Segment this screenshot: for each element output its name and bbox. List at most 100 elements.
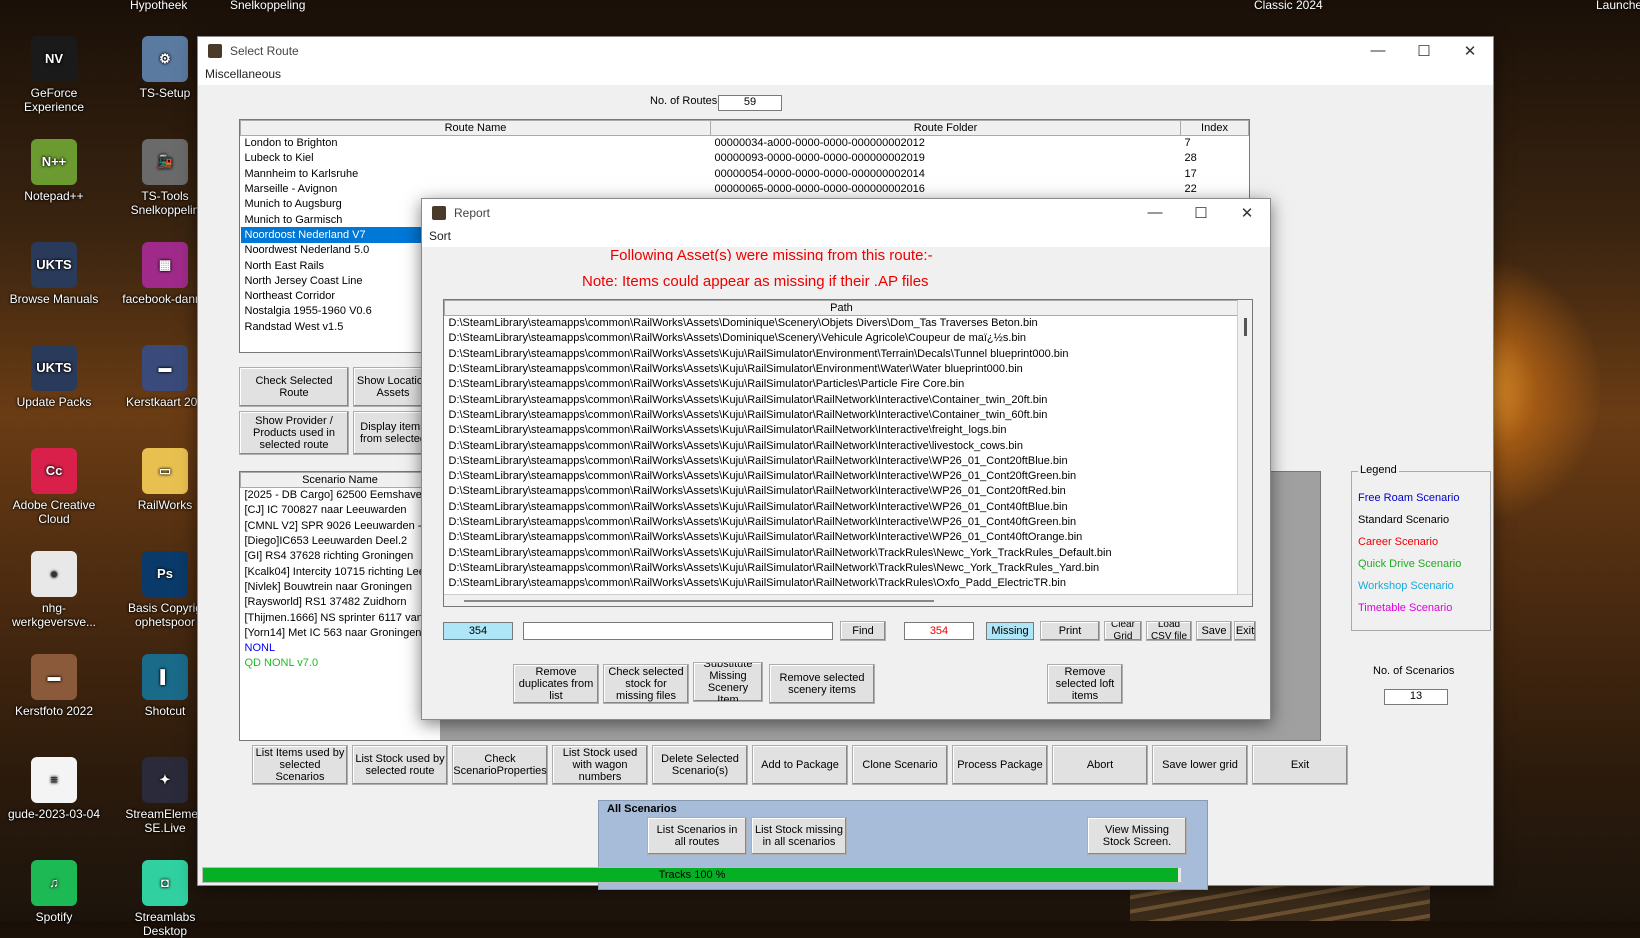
count-field[interactable]: 354 [443, 622, 513, 640]
save-button[interactable]: Save [1196, 621, 1232, 641]
desktop-top-label-1: Hypotheek [130, 0, 188, 12]
minimize-icon[interactable]: — [1132, 204, 1178, 222]
substitute-missing-button[interactable]: Substitute Missing Scenery Item [693, 662, 763, 702]
list-item[interactable]: [Nivlek] Bouwtrein naar Groningen [241, 579, 440, 594]
list-item[interactable]: [Thijmen.1666] NS sprinter 6117 van Z [241, 610, 440, 625]
list-item[interactable]: [Raysworld] RS1 37482 Zuidhorn [241, 595, 440, 610]
menu-miscellaneous[interactable]: Miscellaneous [198, 65, 1493, 85]
report-window: Report — ☐ ✕ Sort Following Asset(s) wer… [421, 198, 1271, 720]
list-item[interactable]: [GI] RS4 37628 richting Groningen [241, 549, 440, 564]
missing-filter-field[interactable]: Missing [986, 622, 1034, 640]
col-index[interactable]: Index [1180, 120, 1249, 136]
table-row[interactable]: D:\SteamLibrary\steamapps\common\RailWor… [445, 453, 1239, 468]
action-button[interactable]: Save lower grid [1152, 745, 1248, 785]
table-row[interactable]: Mannheim to Karlsruhe 00000054-0000-0000-… [241, 166, 1249, 181]
clear-grid-button[interactable]: Clear Grid [1104, 621, 1142, 641]
col-scenario-name[interactable]: Scenario Name [240, 472, 440, 488]
scrollbar-thumb[interactable] [1243, 318, 1247, 336]
action-button[interactable]: Abort [1052, 745, 1148, 785]
list-item[interactable]: [CJ] IC 700827 naar Leeuwarden [241, 503, 440, 518]
close-icon[interactable]: ✕ [1447, 42, 1493, 60]
remove-loft-button[interactable]: Remove selected loft items [1047, 664, 1123, 704]
find-button[interactable]: Find [840, 621, 886, 641]
desktop-icon[interactable]: N++ Notepad++ [4, 139, 104, 203]
missing-count-field[interactable]: 354 [904, 622, 974, 640]
table-row[interactable]: D:\SteamLibrary\steamapps\common\RailWor… [445, 392, 1239, 407]
desktop-icon[interactable]: Cc Adobe Creative Cloud [4, 448, 104, 526]
h-scrollbar-thumb[interactable] [464, 600, 934, 602]
desktop-icon[interactable]: ≡ gude-2023-03-04 [4, 757, 104, 821]
minimize-icon[interactable]: — [1355, 42, 1401, 60]
list-item[interactable]: NONL [241, 640, 440, 655]
menu-sort[interactable]: Sort [422, 227, 1270, 247]
list-item[interactable]: [Yorn14] Met IC 563 naar Groningen E [241, 625, 440, 640]
col-route-folder[interactable]: Route Folder [710, 120, 1181, 136]
legend-item: Free Roam Scenario [1358, 492, 1460, 504]
action-button[interactable]: Add to Package [752, 745, 848, 785]
table-row[interactable]: D:\SteamLibrary\steamapps\common\RailWor… [445, 423, 1239, 438]
action-button[interactable]: Delete Selected Scenario(s) [652, 745, 748, 785]
table-row[interactable]: D:\SteamLibrary\steamapps\common\RailWor… [445, 438, 1239, 453]
show-provider-button[interactable]: Show Provider / Products used in selecte… [239, 411, 349, 455]
list-item[interactable]: [CMNL V2] SPR 9026 Leeuwarden - N [241, 518, 440, 533]
action-button[interactable]: List Stock used by selected route [352, 745, 448, 785]
table-row[interactable]: D:\SteamLibrary\steamapps\common\RailWor… [445, 377, 1239, 392]
list-item[interactable]: QD NONL v7.0 [241, 656, 440, 671]
list-item[interactable]: [Kcalk04] Intercity 10715 richting Leeu [241, 564, 440, 579]
list-stock-missing-button[interactable]: List Stock missing in all scenarios [751, 817, 847, 855]
remove-scenery-button[interactable]: Remove selected scenery items [769, 664, 875, 704]
desktop-icon[interactable]: ● nhg-werkgeversve... [4, 551, 104, 629]
table-row[interactable]: D:\SteamLibrary\steamapps\common\RailWor… [445, 407, 1239, 422]
action-button[interactable]: Check ScenarioProperties [452, 745, 548, 785]
table-row[interactable]: D:\SteamLibrary\steamapps\common\RailWor… [445, 468, 1239, 483]
action-button[interactable]: List Stock used with wagon numbers [552, 745, 648, 785]
horizontal-scrollbar[interactable] [444, 594, 1252, 606]
action-button[interactable]: List Items used by selected Scenarios [252, 745, 348, 785]
app-icon: ♫ [31, 860, 77, 906]
maximize-icon[interactable]: ☐ [1178, 204, 1224, 222]
action-button[interactable]: Exit [1252, 745, 1348, 785]
maximize-icon[interactable]: ☐ [1401, 42, 1447, 60]
desktop-icon[interactable]: ♫ Spotify [4, 860, 104, 924]
view-missing-stock-button[interactable]: View Missing Stock Screen. [1087, 817, 1187, 855]
table-row[interactable]: D:\SteamLibrary\steamapps\common\RailWor… [445, 514, 1239, 529]
table-row[interactable]: D:\SteamLibrary\steamapps\common\RailWor… [445, 499, 1239, 514]
col-path[interactable]: Path [444, 300, 1239, 316]
check-stock-button[interactable]: Check selected stock for missing files [603, 664, 689, 704]
check-selected-route-button[interactable]: Check Selected Route [239, 367, 349, 407]
exit-button[interactable]: Exit [1234, 621, 1256, 641]
table-row[interactable]: D:\SteamLibrary\steamapps\common\RailWor… [445, 560, 1239, 575]
desktop-icon[interactable]: UKTS Browse Manuals [4, 242, 104, 306]
table-row[interactable]: D:\SteamLibrary\steamapps\common\RailWor… [445, 346, 1239, 361]
no-scenarios-field[interactable]: 13 [1384, 689, 1448, 705]
table-row[interactable]: Lubeck to Kiel 00000093-0000-0000-0000-00… [241, 151, 1249, 166]
table-row[interactable]: D:\SteamLibrary\steamapps\common\RailWor… [445, 331, 1239, 346]
table-row[interactable]: Marseille - Avignon 00000065-0000-0000-00… [241, 181, 1249, 196]
table-row[interactable]: D:\SteamLibrary\steamapps\common\RailWor… [445, 316, 1239, 331]
remove-duplicates-button[interactable]: Remove duplicates from list [513, 664, 599, 704]
no-routes-field[interactable]: 59 [718, 95, 782, 111]
table-row[interactable]: D:\SteamLibrary\steamapps\common\RailWor… [445, 576, 1239, 591]
vertical-scrollbar[interactable] [1237, 300, 1252, 606]
list-item[interactable]: [2025 - DB Cargo] 62500 Eemshaven [241, 488, 440, 503]
report-title: Report [454, 206, 491, 220]
path-cell: D:\SteamLibrary\steamapps\common\RailWor… [448, 347, 1069, 360]
desktop-icon[interactable]: UKTS Update Packs [4, 345, 104, 409]
table-row[interactable]: D:\SteamLibrary\steamapps\common\RailWor… [445, 545, 1239, 560]
close-icon[interactable]: ✕ [1224, 204, 1270, 222]
desktop-icon[interactable]: ▬ Kerstfoto 2022 [4, 654, 104, 718]
table-row[interactable]: D:\SteamLibrary\steamapps\common\RailWor… [445, 530, 1239, 545]
list-scenarios-all-routes-button[interactable]: List Scenarios in all routes [647, 817, 747, 855]
table-row[interactable]: D:\SteamLibrary\steamapps\common\RailWor… [445, 484, 1239, 499]
missing-paths-grid[interactable]: Path D:\SteamLibrary\steamapps\common\Ra… [443, 299, 1253, 607]
col-route-name[interactable]: Route Name [240, 120, 711, 136]
action-button[interactable]: Clone Scenario [852, 745, 948, 785]
print-button[interactable]: Print [1040, 621, 1100, 641]
search-input[interactable] [523, 622, 833, 640]
desktop-icon[interactable]: NV GeForce Experience [4, 36, 104, 114]
action-button[interactable]: Process Package [952, 745, 1048, 785]
table-row[interactable]: London to Brighton 00000034-a000-0000-000… [241, 136, 1249, 151]
list-item[interactable]: [Diego]IC653 Leeuwarden Deel.2 [241, 533, 440, 548]
table-row[interactable]: D:\SteamLibrary\steamapps\common\RailWor… [445, 361, 1239, 376]
load-csv-button[interactable]: Load CSV file [1146, 621, 1192, 641]
